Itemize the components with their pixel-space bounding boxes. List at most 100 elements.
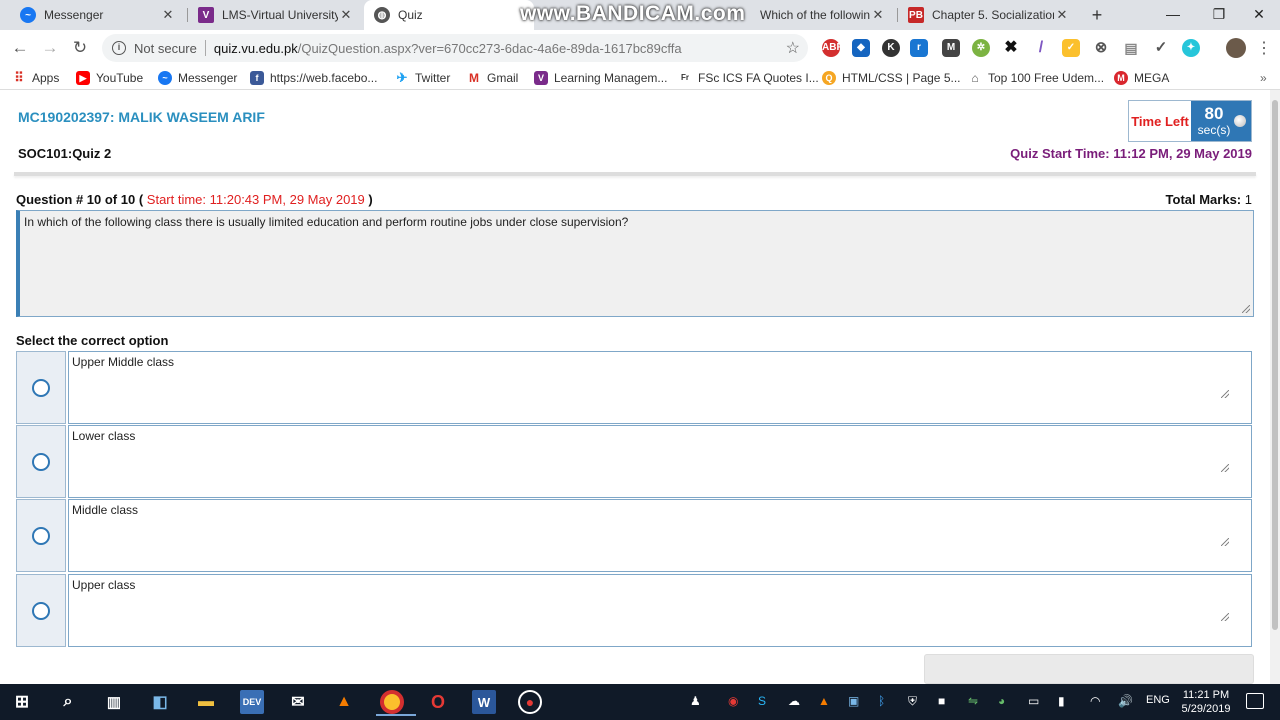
question-text-box[interactable]: In which of the following class there is…: [16, 210, 1254, 317]
teal-extension-icon[interactable]: ✦: [1182, 39, 1200, 57]
back-button[interactable]: ←: [10, 38, 30, 58]
vlc-icon[interactable]: ▲: [332, 690, 356, 714]
resize-handle-icon[interactable]: [1242, 305, 1250, 313]
close-icon[interactable]: ✕: [870, 7, 886, 23]
word-icon[interactable]: W: [472, 690, 496, 714]
bookmark-learning-management[interactable]: V Learning Managem...: [534, 70, 667, 86]
bookmark-star-icon[interactable]: ☆: [786, 38, 800, 58]
option-radio-cell[interactable]: [16, 499, 66, 572]
search-icon[interactable]: ⌕: [56, 690, 80, 714]
option-text-box[interactable]: Middle class: [68, 499, 1252, 572]
resize-handle-icon[interactable]: [1221, 613, 1229, 621]
file-explorer-icon[interactable]: ▬: [194, 690, 218, 714]
radio-button[interactable]: [32, 601, 50, 620]
option-text-box[interactable]: Lower class: [68, 425, 1252, 498]
new-tab-button[interactable]: +: [1086, 4, 1108, 26]
address-bar[interactable]: i Not secure quiz.vu.edu.pk/QuizQuestion…: [102, 34, 808, 62]
gear-extension-icon[interactable]: ✲: [972, 39, 990, 57]
action-center-icon[interactable]: [1246, 693, 1264, 709]
info-icon[interactable]: i: [112, 41, 126, 55]
option-upper-class[interactable]: Upper class: [16, 574, 1252, 647]
volume-icon[interactable]: 🔊: [1118, 694, 1133, 708]
minimize-button[interactable]: —: [1150, 0, 1196, 30]
tab-which-of-the-following[interactable]: Which of the following ✕: [736, 0, 896, 30]
onedrive-icon[interactable]: ☁: [788, 694, 800, 708]
green-app-icon[interactable]: ◕: [998, 694, 1005, 708]
skype-icon[interactable]: S: [758, 694, 766, 708]
redirect-extension-icon[interactable]: r: [910, 39, 928, 57]
tab-lms[interactable]: V LMS-Virtual University o ✕: [188, 0, 364, 30]
black-square-icon[interactable]: ■: [938, 694, 945, 708]
option-radio-cell[interactable]: [16, 351, 66, 424]
option-text-box[interactable]: Upper class: [68, 574, 1252, 647]
extension-icon[interactable]: ◆: [852, 39, 870, 57]
page-scrollbar[interactable]: [1270, 90, 1280, 684]
bookmark-apps[interactable]: ⠿ Apps: [12, 70, 59, 86]
tray-app-icon[interactable]: ▣: [848, 694, 859, 708]
option-text-box[interactable]: Upper Middle class: [68, 351, 1252, 424]
check-extension-icon[interactable]: ✓: [1152, 39, 1170, 57]
forward-button[interactable]: →: [40, 38, 60, 58]
task-view-icon[interactable]: ▥: [102, 690, 126, 714]
bookmark-youtube[interactable]: ▶ YouTube: [76, 70, 143, 86]
radio-button[interactable]: [32, 526, 50, 545]
bookmark-gmail[interactable]: M Gmail: [467, 70, 518, 86]
option-upper-middle-class[interactable]: Upper Middle class: [16, 351, 1252, 424]
chrome-icon[interactable]: [376, 690, 416, 716]
record-tray-icon[interactable]: ◉: [728, 694, 738, 708]
clipboard-extension-icon[interactable]: ▤: [1122, 39, 1140, 57]
display-icon[interactable]: ▭: [1028, 694, 1039, 708]
wifi-icon[interactable]: ◠: [1090, 694, 1100, 708]
close-icon[interactable]: ✕: [1054, 7, 1070, 23]
app-icon[interactable]: ◧: [148, 690, 172, 714]
resize-handle-icon[interactable]: [1221, 538, 1229, 546]
bookmark-mega[interactable]: M MEGA: [1114, 70, 1169, 86]
option-lower-class[interactable]: Lower class: [16, 425, 1252, 498]
tab-chapter-5[interactable]: PB Chapter 5. Socialization ✕: [898, 0, 1080, 30]
browser-menu-icon[interactable]: ⋮: [1256, 38, 1272, 58]
bookmarks-overflow-icon[interactable]: »: [1260, 70, 1267, 86]
resize-handle-icon[interactable]: [1221, 390, 1229, 398]
radio-button[interactable]: [32, 452, 50, 471]
m-extension-icon[interactable]: M: [942, 39, 960, 57]
tab-messenger[interactable]: ~ Messenger ✕: [10, 0, 186, 30]
save-answer-button[interactable]: [924, 654, 1254, 684]
x-extension-icon[interactable]: ✖: [1002, 39, 1020, 57]
reload-button[interactable]: ↻: [70, 38, 90, 58]
taskbar-clock[interactable]: 11:21 PM 5/29/2019: [1174, 688, 1238, 716]
note-extension-icon[interactable]: ✓: [1062, 39, 1080, 57]
bookmark-fsc-quotes[interactable]: Fr FSc ICS FA Quotes I...: [678, 70, 819, 86]
bluetooth-icon[interactable]: ᛒ: [878, 694, 885, 708]
close-icon[interactable]: ✕: [338, 7, 354, 23]
option-radio-cell[interactable]: [16, 425, 66, 498]
profile-avatar[interactable]: [1226, 38, 1246, 58]
battery-icon[interactable]: ▮: [1058, 694, 1065, 708]
option-radio-cell[interactable]: [16, 574, 66, 647]
vlc-tray-icon[interactable]: ▲: [818, 694, 830, 708]
bookmark-twitter[interactable]: ✈ Twitter: [395, 70, 450, 86]
shield-icon[interactable]: ⛨: [908, 694, 917, 709]
scrollbar-thumb[interactable]: [1272, 100, 1278, 630]
k-extension-icon[interactable]: K: [882, 39, 900, 57]
record-icon[interactable]: ●: [518, 690, 542, 714]
option-middle-class[interactable]: Middle class: [16, 499, 1252, 572]
adblock-plus-icon[interactable]: ABP: [822, 39, 843, 57]
people-icon[interactable]: ♟: [690, 694, 701, 708]
pen-extension-icon[interactable]: /: [1032, 39, 1050, 57]
dev-cpp-icon[interactable]: DEV: [240, 690, 264, 714]
resize-handle-icon[interactable]: [1221, 464, 1229, 472]
bookmark-facebook[interactable]: f https://web.facebo...: [250, 70, 377, 86]
mail-icon[interactable]: ✉: [286, 690, 310, 714]
radio-button[interactable]: [32, 378, 50, 397]
tab-quiz[interactable]: ◍ Quiz: [364, 0, 534, 30]
opera-icon[interactable]: O: [426, 690, 450, 714]
language-indicator[interactable]: ENG: [1146, 694, 1170, 706]
bookmark-html-css[interactable]: Q HTML/CSS | Page 5...: [822, 70, 961, 86]
windows-start-icon[interactable]: ⊞: [10, 690, 34, 714]
usb-icon[interactable]: ⇋: [968, 694, 978, 708]
circle-extension-icon[interactable]: ⊗: [1092, 39, 1110, 57]
bookmark-messenger[interactable]: ~ Messenger: [158, 70, 237, 86]
window-close-button[interactable]: ✕: [1236, 0, 1280, 30]
close-icon[interactable]: ✕: [160, 7, 176, 23]
bookmark-udemy[interactable]: ⌂ Top 100 Free Udem...: [968, 70, 1104, 86]
